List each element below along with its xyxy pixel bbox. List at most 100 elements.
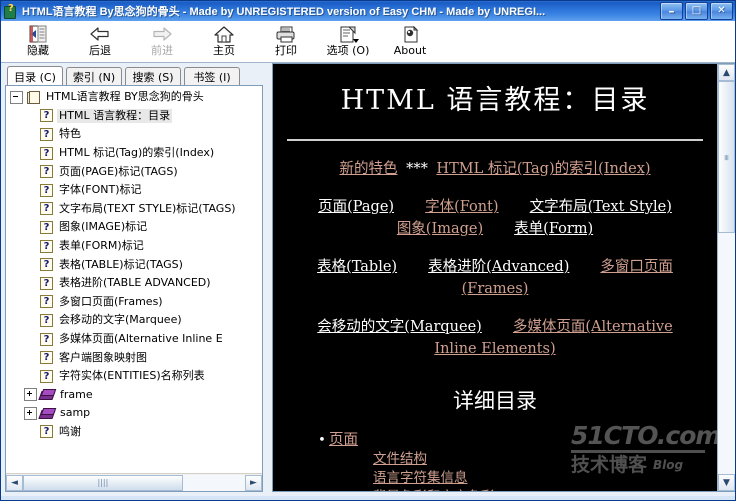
tree-item-alternative-inline[interactable]: 多媒体页面(Alternative Inline E (8, 330, 262, 349)
toolbar-button-hide[interactable]: 隐藏 (7, 21, 69, 63)
maximize-button[interactable]: □ (685, 2, 708, 20)
tree-item-toc[interactable]: HTML 语言教程：目录 (8, 107, 262, 126)
options-icon (337, 23, 359, 45)
tree-item-form-tags[interactable]: 表单(FORM)标记 (8, 237, 262, 256)
tree-item-page-tags[interactable]: 页面(PAGE)标记(TAGS) (8, 162, 262, 181)
chm-viewer-window: ? HTML语言教程 By思念狗的骨头 - Made by UNREGISTER… (0, 0, 736, 501)
tab-contents[interactable]: 目录 (C) (7, 66, 63, 86)
link-charset-info[interactable]: 语言字符集信息 (373, 470, 468, 486)
scroll-up-button[interactable]: ▲ (718, 64, 735, 81)
tab-bookmarks-label: 书签 (I) (193, 71, 231, 84)
link-font[interactable]: 字体(Font) (425, 199, 498, 215)
topic-icon (40, 146, 53, 160)
contents-tree[interactable]: HTML语言教程 BY思念狗的骨头 HTML 语言教程：目录 特色 (6, 86, 262, 473)
link-new-features[interactable]: 新的特色 (339, 161, 397, 177)
link-image[interactable]: 图象(Image) (397, 221, 483, 237)
minimize-button[interactable]: – (660, 2, 683, 20)
window-body: 目录 (C) 索引 (N) 搜索 (S) 书签 (I) HTML语言教程 BY思… (1, 63, 735, 496)
scroll-left-button[interactable]: ◄ (6, 474, 23, 491)
toolbar-label-home: 主页 (213, 44, 235, 57)
toolbar-button-forward[interactable]: 前进 (131, 21, 193, 63)
link-text-style[interactable]: 文字布局(Text Style) (530, 199, 672, 215)
link-frames[interactable]: 多窗口页面 (600, 259, 673, 275)
hscroll-thumb[interactable]: |||| (23, 474, 183, 491)
tree-item-root[interactable]: HTML语言教程 BY思念狗的骨头 (8, 88, 262, 107)
toolbar-button-back[interactable]: 后退 (69, 21, 131, 63)
topic-icon (40, 239, 53, 253)
link-alternative-inline[interactable]: 多媒体页面(Alternative (513, 319, 673, 335)
link-alternative-inline-cont[interactable]: Inline Elements) (434, 341, 555, 357)
nav-tabs: 目录 (C) 索引 (N) 搜索 (S) 书签 (I) (5, 66, 263, 86)
tree-item-features[interactable]: 特色 (8, 125, 262, 144)
tree-item-label: 字体(FONT)标记 (59, 183, 142, 197)
link-table[interactable]: 表格(Table) (317, 259, 397, 275)
tree-item-marquee[interactable]: 会移动的文字(Marquee) (8, 311, 262, 330)
scroll-down-button[interactable]: ▼ (718, 474, 735, 491)
link-page-detail[interactable]: 页面 (329, 431, 358, 450)
link-marquee[interactable]: 会移动的文字(Marquee) (317, 319, 482, 335)
tree-item-tag-index[interactable]: HTML 标记(Tag)的索引(Index) (8, 144, 262, 163)
tree-horizontal-scrollbar[interactable]: ◄ |||| ► (6, 473, 262, 491)
tab-contents-label: 目录 (C) (14, 70, 56, 84)
tree-item-label: 表单(FORM)标记 (59, 239, 144, 253)
bullet-item-page: • 页面 (315, 431, 717, 450)
hide-pane-icon (28, 23, 48, 45)
close-button[interactable]: ✕ (710, 2, 733, 20)
expander-minus-icon[interactable] (10, 90, 23, 104)
content-vertical-scrollbar[interactable]: ▲ ≡ ▼ (717, 64, 735, 491)
tab-search[interactable]: 搜索 (S) (125, 67, 181, 86)
toolbar-button-about[interactable]: About (379, 21, 441, 63)
tree-item-text-style[interactable]: 文字布局(TEXT STYLE)标记(TAGS) (8, 200, 262, 219)
link-table-advanced[interactable]: 表格进阶(Advanced) (428, 259, 569, 275)
vscroll-thumb[interactable]: ≡ (718, 81, 735, 233)
topic-icon (40, 220, 53, 234)
link-tag-index[interactable]: HTML 标记(Tag)的索引(Index) (436, 161, 650, 177)
sublink-row: 背景色彩和文字色彩 (373, 488, 717, 491)
toolbar-button-home[interactable]: 主页 (193, 21, 255, 63)
toolbar-button-print[interactable]: 打印 (255, 21, 317, 63)
tree-item-label: frame (60, 387, 93, 401)
link-file-structure[interactable]: 文件结构 (373, 451, 427, 467)
tree-item-frame-folder[interactable]: frame (8, 386, 262, 405)
tree-item-label: 字符实体(ENTITIES)名称列表 (59, 369, 205, 383)
tree-item-thanks[interactable]: 鸣谢 (8, 423, 262, 442)
doc-bullet-list: • 页面 文件结构 语言字符集信息 背景色彩和文字色彩 (315, 431, 717, 491)
link-form[interactable]: 表单(Form) (514, 221, 593, 237)
topic-icon (40, 183, 53, 197)
tab-index[interactable]: 索引 (N) (66, 67, 122, 86)
doc-link-row-7: Inline Elements) (273, 339, 717, 359)
link-page[interactable]: 页面(Page) (318, 199, 394, 215)
tree-item-label: 图象(IMAGE)标记 (59, 220, 148, 234)
about-page-icon (400, 23, 420, 45)
scroll-right-button[interactable]: ► (245, 474, 262, 491)
tree-item-label: HTML 标记(Tag)的索引(Index) (59, 146, 215, 160)
minimize-icon: – (668, 4, 675, 18)
expander-plus-icon[interactable] (24, 388, 37, 402)
title-bar: ? HTML语言教程 By思念狗的骨头 - Made by UNREGISTER… (1, 1, 735, 21)
tree-item-font-tags[interactable]: 字体(FONT)标记 (8, 181, 262, 200)
home-icon (213, 23, 235, 45)
doc-link-row-6: 会移动的文字(Marquee) 多媒体页面(Alternative (273, 317, 717, 337)
tree-item-image-tags[interactable]: 图象(IMAGE)标记 (8, 218, 262, 237)
toolbar-button-options[interactable]: 选项 (O) (317, 21, 379, 63)
link-bg-text-color[interactable]: 背景色彩和文字色彩 (373, 489, 495, 491)
tree-item-entities[interactable]: 字符实体(ENTITIES)名称列表 (8, 367, 262, 386)
tree-item-imagemap[interactable]: 客户端图象映射图 (8, 348, 262, 367)
tree-item-samp-folder[interactable]: samp (8, 404, 262, 423)
content-pane: HTML 语言教程：目录 新的特色 *** HTML 标记(Tag)的索引(In… (272, 63, 735, 492)
link-frames-cont[interactable]: (Frames) (462, 281, 529, 297)
vscroll-track[interactable]: ≡ (718, 81, 735, 474)
maximize-icon: □ (691, 5, 702, 16)
tree-item-frames[interactable]: 多窗口页面(Frames) (8, 293, 262, 312)
expander-plus-icon[interactable] (24, 406, 37, 420)
tree-item-table-tags[interactable]: 表格(TABLE)标记(TAGS) (8, 255, 262, 274)
window-controls: – □ ✕ (660, 2, 733, 20)
toolbar-label-back: 后退 (89, 44, 111, 57)
tab-bookmarks[interactable]: 书签 (I) (184, 67, 240, 86)
tree-item-table-advanced[interactable]: 表格进阶(TABLE ADVANCED) (8, 274, 262, 293)
forward-arrow-icon (151, 23, 173, 45)
topic-icon (40, 313, 53, 327)
status-bar (1, 496, 735, 500)
hscroll-track[interactable]: |||| (23, 474, 245, 491)
tree-item-label: 会移动的文字(Marquee) (59, 313, 182, 327)
